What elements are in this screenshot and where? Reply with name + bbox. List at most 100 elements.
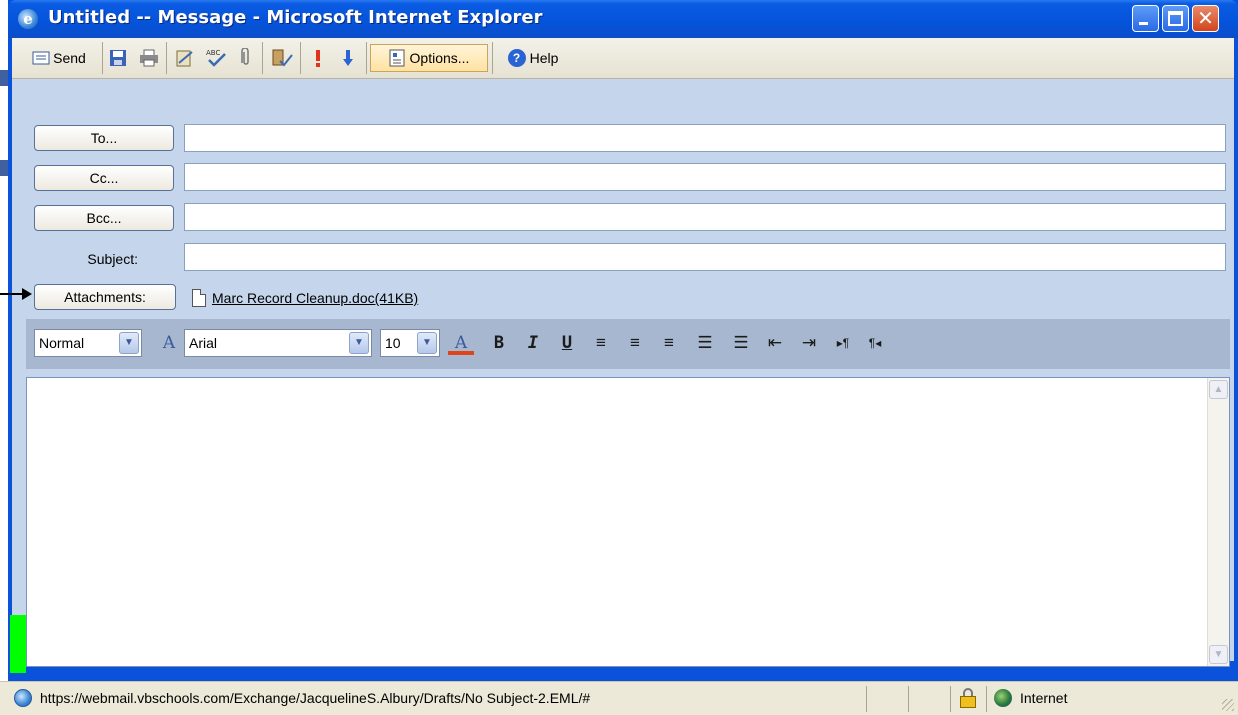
formatting-toolbar: Normal ▼ A Arial ▼ 10 ▼ A B I U ≡ ≡ ≡ ☰ … (26, 319, 1230, 369)
chevron-down-icon: ▼ (349, 332, 369, 354)
edge-mark (0, 160, 8, 176)
options-button[interactable]: Options... (370, 44, 488, 72)
document-icon (192, 289, 206, 307)
print-button[interactable] (136, 44, 162, 72)
right-to-left-icon: ¶◂ (868, 336, 882, 350)
save-button[interactable] (106, 44, 130, 72)
green-marker (10, 615, 26, 673)
high-importance-button[interactable] (306, 44, 330, 72)
left-edge-strip (0, 0, 8, 715)
bullet-list-icon: ☰ (697, 333, 713, 352)
toolbar-separator (262, 42, 263, 74)
message-body[interactable]: ▲ ▼ (26, 377, 1230, 667)
vertical-scrollbar[interactable]: ▲ ▼ (1207, 378, 1229, 666)
edge-mark (0, 70, 8, 86)
font-color-button[interactable]: A (448, 329, 474, 355)
size-dropdown[interactable]: 10 ▼ (380, 329, 440, 357)
close-button[interactable]: ✕ (1192, 5, 1219, 32)
toolbar-separator (492, 42, 493, 74)
align-right-button[interactable]: ≡ (656, 329, 682, 357)
down-arrow-icon (343, 50, 353, 66)
align-right-icon: ≡ (664, 333, 674, 352)
options-icon (389, 49, 405, 67)
style-value: Normal (39, 335, 85, 351)
indent-button[interactable]: ⇥ (796, 329, 822, 357)
spelling-button[interactable]: ABC (202, 44, 230, 72)
paperclip-icon (241, 48, 249, 65)
help-label: Help (529, 50, 559, 66)
attachment-filename: Marc Record Cleanup.doc(41KB) (212, 290, 419, 306)
align-left-button[interactable]: ≡ (588, 329, 614, 357)
font-dropdown[interactable]: Arial ▼ (184, 329, 372, 357)
address-book-button[interactable] (172, 44, 198, 72)
spell-check-icon: ABC (206, 49, 226, 67)
attachments-button[interactable]: Attachments: (34, 284, 176, 310)
to-field[interactable] (184, 124, 1226, 152)
ie-icon: e (18, 9, 38, 29)
cc-button[interactable]: Cc... (34, 165, 174, 191)
scroll-down-button[interactable]: ▼ (1209, 645, 1228, 664)
maximize-icon (1168, 11, 1183, 26)
printer-icon (140, 49, 158, 67)
annotation-arrow-line (0, 293, 24, 295)
low-importance-button[interactable] (336, 44, 360, 72)
send-icon (32, 51, 50, 65)
bold-button[interactable]: B (486, 329, 512, 357)
resize-grip[interactable] (1222, 699, 1234, 711)
scroll-up-button[interactable]: ▲ (1209, 380, 1228, 399)
svg-text:ABC: ABC (206, 49, 220, 57)
help-button[interactable]: ? Help (498, 44, 568, 72)
zone-label: Internet (1020, 690, 1068, 706)
subject-field[interactable] (184, 243, 1226, 271)
font-value: Arial (189, 335, 218, 351)
bullet-list-button[interactable]: ☰ (692, 329, 718, 357)
subject-label: Subject: (87, 251, 138, 267)
status-bar: https://webmail.vbschools.com/Exchange/J… (0, 681, 1238, 715)
outdent-button[interactable]: ⇤ (762, 329, 788, 357)
help-icon: ? (507, 49, 526, 67)
numbered-list-icon: ☰ (733, 333, 749, 352)
bcc-field[interactable] (184, 203, 1226, 231)
zone-cell (986, 686, 1186, 712)
italic-button[interactable]: I (520, 329, 546, 357)
compose-area: To... Cc... Bcc... Subject: Attachments:… (12, 79, 1234, 667)
ltr-button[interactable]: ▸¶ (830, 329, 856, 357)
toolbar-separator (102, 42, 103, 74)
maximize-button[interactable] (1162, 5, 1189, 32)
toolbar-separator (366, 42, 367, 74)
font-icon: A (162, 333, 176, 353)
ie-window: e Untitled -- Message - Microsoft Intern… (8, 0, 1238, 715)
align-left-icon: ≡ (596, 333, 606, 352)
internet-zone-icon (994, 689, 1012, 707)
cc-field[interactable] (184, 163, 1226, 191)
attachment-link[interactable]: Marc Record Cleanup.doc(41KB) (192, 289, 418, 307)
send-button[interactable]: Send (18, 44, 100, 72)
page-icon (14, 689, 32, 707)
indent-icon: ⇥ (801, 333, 817, 352)
status-cell (866, 686, 906, 712)
exclamation-icon (316, 50, 320, 67)
message-toolbar: Send ABC Options... ? Help (12, 38, 1234, 79)
address-book-icon (176, 50, 193, 67)
size-value: 10 (385, 335, 401, 351)
check-names-button[interactable] (268, 44, 296, 72)
align-center-icon: ≡ (630, 333, 640, 352)
style-dropdown[interactable]: Normal ▼ (34, 329, 142, 357)
lock-icon (960, 688, 976, 708)
numbered-list-button[interactable]: ☰ (728, 329, 754, 357)
left-to-right-icon: ▸¶ (836, 336, 850, 350)
annotation-arrow-head (22, 288, 32, 300)
window-title: Untitled -- Message - Microsoft Internet… (48, 7, 543, 28)
attach-button[interactable] (234, 44, 258, 72)
toolbar-separator (300, 42, 301, 74)
to-button[interactable]: To... (34, 125, 174, 151)
underline-button[interactable]: U (554, 329, 580, 357)
chevron-down-icon: ▼ (119, 332, 139, 354)
minimize-button[interactable] (1132, 5, 1159, 32)
minimize-icon (1139, 22, 1148, 25)
align-center-button[interactable]: ≡ (622, 329, 648, 357)
rtl-button[interactable]: ¶◂ (862, 329, 888, 357)
toolbar-separator (166, 42, 167, 74)
bcc-button[interactable]: Bcc... (34, 205, 174, 231)
title-bar[interactable]: e Untitled -- Message - Microsoft Intern… (8, 0, 1238, 38)
